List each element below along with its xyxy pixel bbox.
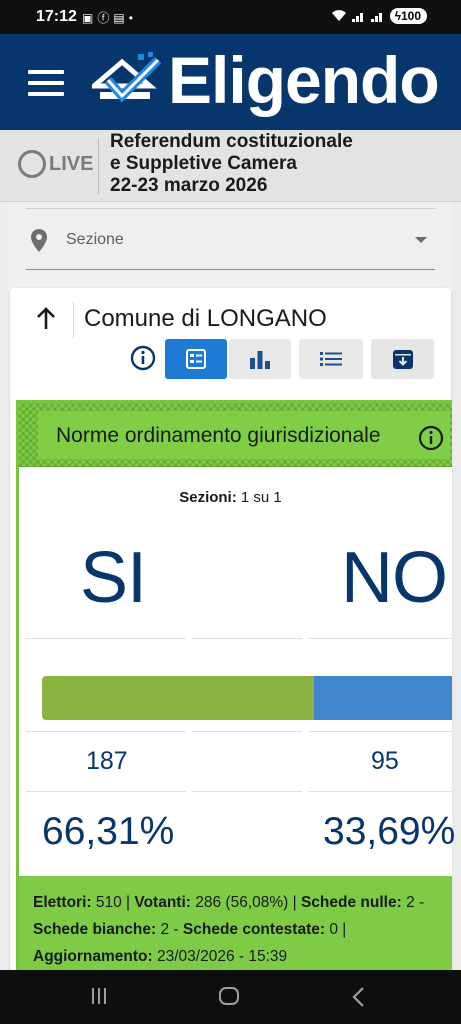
null-ballots-label: Schede nulle: xyxy=(300,894,402,911)
turnout-label: Votanti: xyxy=(134,894,191,911)
location-pin-icon xyxy=(31,229,47,252)
yes-label: SI xyxy=(80,538,147,618)
back-icon[interactable] xyxy=(350,986,368,1008)
list-icon xyxy=(320,352,342,366)
updated-value: 23/03/2026 - 15:39 xyxy=(157,948,288,965)
divider xyxy=(192,638,302,639)
divider xyxy=(192,731,302,732)
question-title: Norme ordinamento giurisdizionale xyxy=(56,424,381,447)
recents-icon[interactable] xyxy=(92,988,108,1004)
yes-votes: 187 xyxy=(86,747,128,775)
turnout-stats: Elettori: 510 | Votanti: 286 (56,08%) | … xyxy=(19,876,452,970)
news-icon: ▤ xyxy=(113,11,129,25)
app-header: Eligendo xyxy=(0,34,461,130)
divider xyxy=(308,791,452,792)
live-label: LIVE xyxy=(49,153,94,175)
screenshot-icon: ▣ xyxy=(82,11,98,25)
app-logo-text: Eligendo xyxy=(168,43,440,117)
status-bar: 17:12 ▣ⓕ▤• ϟ100 xyxy=(0,0,461,34)
sections-label: Sezioni: xyxy=(179,489,237,506)
status-notification-icons: ▣ⓕ▤• xyxy=(82,9,137,26)
section-select[interactable]: Sezione xyxy=(26,208,435,270)
download-button[interactable] xyxy=(371,339,434,379)
sections-value: 1 su 1 xyxy=(240,489,282,506)
status-time: 17:12 xyxy=(36,8,77,25)
home-icon[interactable] xyxy=(219,987,239,1005)
blank-ballots-value: 2 - xyxy=(160,921,179,938)
voters-label: Elettori: xyxy=(33,894,92,911)
event-title-line: Referendum costituzionale xyxy=(110,131,353,152)
sections-counter: Sezioni: 1 su 1 xyxy=(0,489,461,506)
eligendo-logo-icon xyxy=(92,52,162,103)
divider xyxy=(192,791,302,792)
divider xyxy=(26,731,186,732)
event-title-line: 22-23 marzo 2026 xyxy=(110,175,268,196)
no-bar-segment xyxy=(313,676,452,720)
no-votes: 95 xyxy=(371,747,399,775)
null-ballots-value: 2 - xyxy=(406,894,425,911)
chevron-down-icon xyxy=(415,237,427,243)
archive-download-icon xyxy=(392,350,413,369)
event-title-line: e Suppletive Camera xyxy=(110,153,297,174)
turnout-value: 286 (56,08%) | xyxy=(195,894,297,911)
signal-icon xyxy=(351,13,363,22)
result-bar xyxy=(42,676,452,720)
section-select-label: Sezione xyxy=(66,231,124,248)
no-percent: 33,69% xyxy=(323,810,456,853)
signal-icon-2 xyxy=(370,13,382,22)
dot-icon: • xyxy=(128,11,137,25)
divider xyxy=(73,302,74,338)
contested-ballots-value: 0 | xyxy=(329,921,347,938)
list-view-button[interactable] xyxy=(299,339,363,379)
facebook-icon: ⓕ xyxy=(97,11,114,25)
battery-indicator: ϟ100 xyxy=(389,8,427,24)
battery-level: 100 xyxy=(400,9,421,23)
voters-value: 510 | xyxy=(95,894,131,911)
updated-label: Aggiornamento: xyxy=(33,948,153,965)
divider xyxy=(26,638,186,639)
info-icon[interactable] xyxy=(418,425,444,451)
table-view-button[interactable] xyxy=(165,339,227,379)
blank-ballots-label: Schede bianche: xyxy=(33,921,157,938)
yes-percent: 66,31% xyxy=(42,810,175,853)
divider xyxy=(26,791,186,792)
menu-icon[interactable] xyxy=(28,70,64,96)
yes-bar-segment xyxy=(42,676,314,720)
arrow-up-icon[interactable] xyxy=(34,305,58,333)
no-label: NO xyxy=(341,538,448,618)
location-title: Comune di LONGANO xyxy=(84,305,327,332)
table-view-icon xyxy=(186,349,206,369)
contested-ballots-label: Schede contestate: xyxy=(182,921,326,938)
info-icon[interactable] xyxy=(130,345,156,371)
chart-view-button[interactable] xyxy=(229,339,291,379)
status-system-icons: ϟ100 xyxy=(331,8,427,24)
divider xyxy=(308,731,452,732)
event-title[interactable]: Referendum costituzionale e Suppletive C… xyxy=(110,131,353,197)
live-status-icon xyxy=(18,150,46,178)
divider xyxy=(308,638,452,639)
bar-chart-icon xyxy=(250,351,270,369)
wifi-icon xyxy=(331,10,346,21)
divider xyxy=(98,138,99,194)
